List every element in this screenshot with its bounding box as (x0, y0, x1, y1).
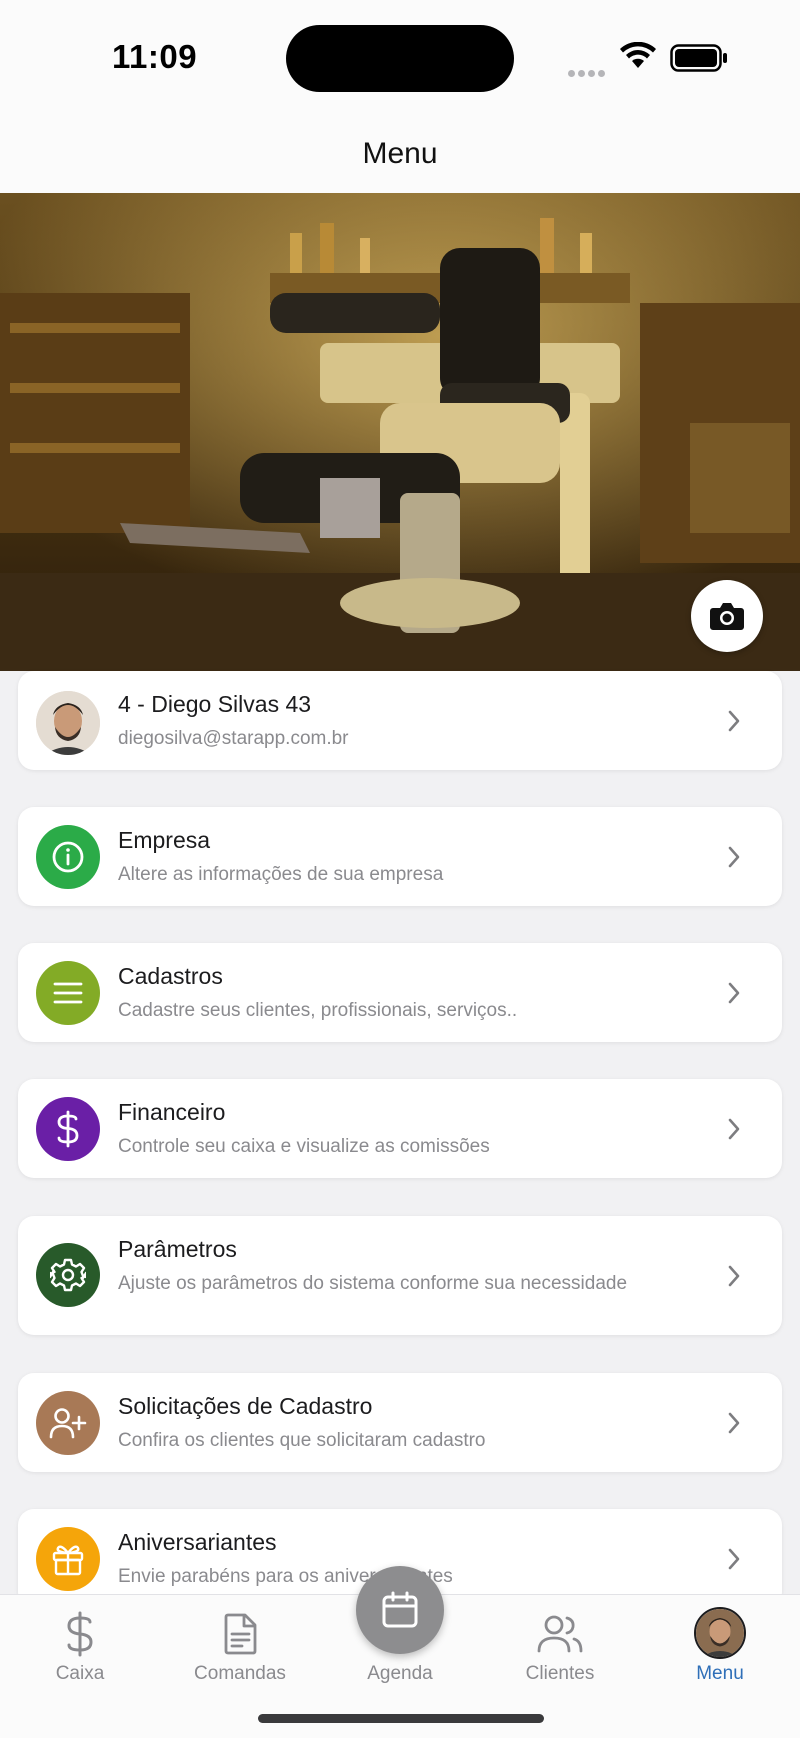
menu-item-subtitle: Cadastre seus clientes, profissionais, s… (118, 1000, 518, 1021)
camera-icon (710, 603, 744, 630)
menu-item-solicitacoes-de-cadastro[interactable]: Solicitações de Cadastro Confira os clie… (18, 1373, 782, 1472)
menu-item-subtitle: Ajuste os parâmetros do sistema conforme… (118, 1273, 628, 1294)
change-cover-photo-button[interactable] (691, 580, 763, 652)
profile-card[interactable]: 4 - Diego Silvas 43 diegosilva@starapp.c… (18, 671, 782, 770)
agenda-fab-button[interactable] (356, 1566, 444, 1654)
chevron-right-icon (728, 982, 740, 1004)
barber-shop-photo (0, 193, 800, 671)
gear-icon (50, 1258, 86, 1292)
profile-email: diegosilva@starapp.com.br (118, 728, 349, 749)
tab-label: Agenda (367, 1663, 433, 1684)
cover-image (0, 193, 800, 671)
menu-item-title: Parâmetros (118, 1236, 237, 1262)
dollar-icon (57, 1110, 79, 1148)
menu-item-title: Financeiro (118, 1099, 226, 1125)
status-time: 11:09 (112, 38, 198, 75)
list-icon (53, 982, 83, 1004)
tab-label: Comandas (194, 1663, 286, 1684)
menu-item-cadastros[interactable]: Cadastros Cadastre seus clientes, profis… (18, 943, 782, 1042)
avatar (36, 691, 100, 755)
avatar (694, 1607, 746, 1659)
menu-item-subtitle: Confira os clientes que solicitaram cada… (118, 1430, 486, 1451)
dollar-icon-circle (36, 1097, 100, 1161)
info-icon (52, 841, 84, 873)
menu-item-subtitle: Controle seu caixa e visualize as comiss… (118, 1136, 490, 1157)
cellular-signal-icon (568, 64, 608, 82)
dollar-icon (55, 1609, 105, 1659)
chevron-right-icon (728, 1412, 740, 1434)
profile-name: 4 - Diego Silvas 43 (118, 691, 312, 717)
tab-caixa[interactable]: Caixa (0, 1595, 160, 1705)
menu-item-financeiro[interactable]: Financeiro Controle seu caixa e visualiz… (18, 1079, 782, 1178)
profile-photo (36, 691, 100, 755)
menu-item-subtitle: Altere as informações de sua empresa (118, 864, 444, 885)
menu-item-title: Empresa (118, 827, 211, 853)
calendar-icon (382, 1591, 418, 1628)
status-bar: 11:09 (0, 0, 800, 115)
chevron-right-icon (728, 1548, 740, 1570)
battery-icon (670, 44, 727, 72)
tab-comandas[interactable]: Comandas (160, 1595, 320, 1705)
dynamic-island (286, 25, 514, 92)
wifi-icon (620, 42, 656, 68)
home-indicator (258, 1714, 544, 1723)
tab-label: Menu (696, 1663, 744, 1684)
tab-label: Clientes (525, 1663, 595, 1684)
menu-item-title: Solicitações de Cadastro (118, 1393, 373, 1419)
tab-clientes[interactable]: Clientes (480, 1595, 640, 1705)
menu-item-empresa[interactable]: Empresa Altere as informações de sua emp… (18, 807, 782, 906)
menu-item-title: Aniversariantes (118, 1529, 277, 1555)
add-user-icon-circle (36, 1391, 100, 1455)
tab-label: Caixa (55, 1663, 105, 1684)
menu-item-parametros[interactable]: Parâmetros Ajuste os parâmetros do siste… (18, 1216, 782, 1335)
chevron-right-icon (728, 1118, 740, 1140)
list-icon-circle (36, 961, 100, 1025)
menu-item-title: Cadastros (118, 963, 223, 989)
tab-menu[interactable]: Menu (640, 1595, 800, 1705)
page-title: Menu (362, 137, 438, 170)
add-user-icon (49, 1408, 87, 1439)
users-icon (535, 1609, 585, 1659)
gift-icon (52, 1545, 84, 1576)
gift-icon-circle (36, 1527, 100, 1591)
chevron-right-icon (728, 1265, 740, 1287)
chevron-right-icon (728, 710, 740, 732)
gear-icon-circle (36, 1243, 100, 1307)
document-icon (215, 1609, 265, 1659)
navigation-header: Menu (0, 115, 800, 193)
info-icon-circle (36, 825, 100, 889)
chevron-right-icon (728, 846, 740, 868)
